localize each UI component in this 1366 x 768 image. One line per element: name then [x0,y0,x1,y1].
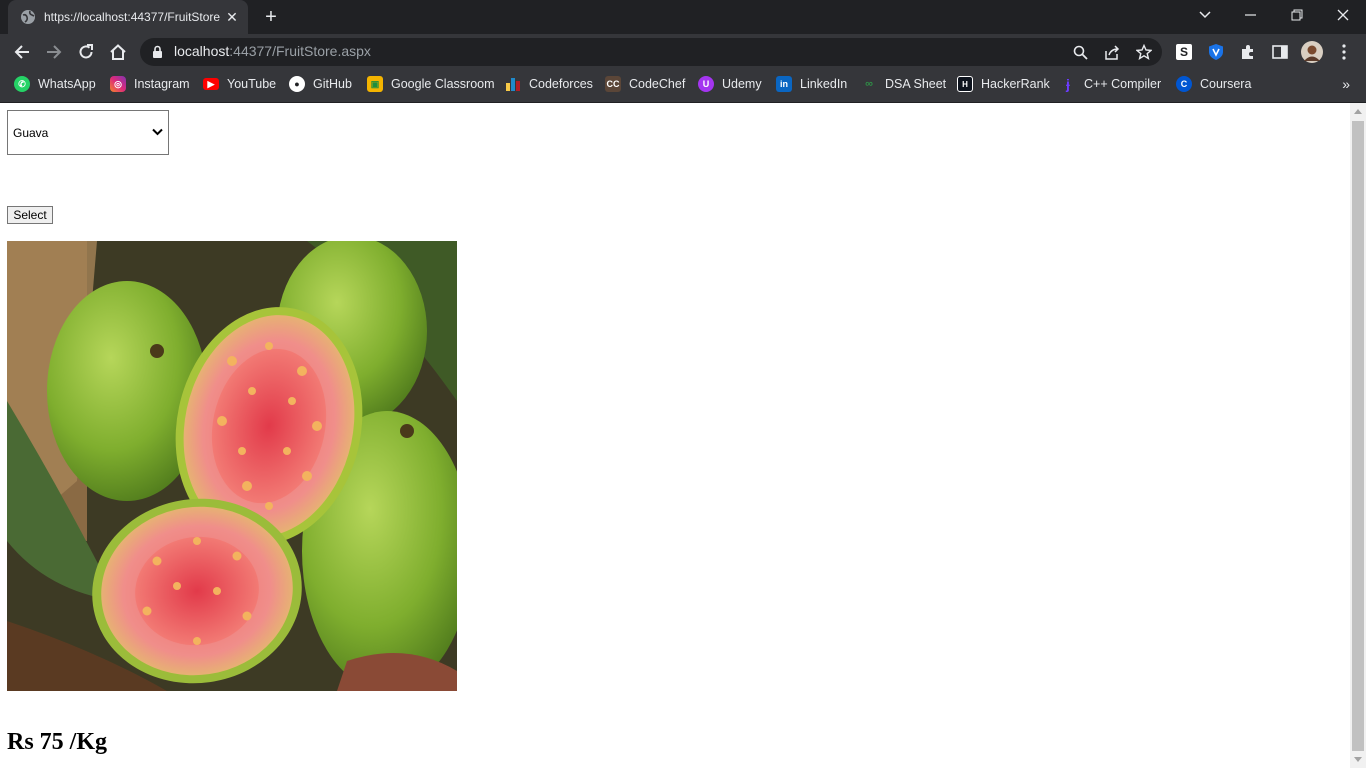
s-extension-icon[interactable]: S [1173,41,1195,63]
bookmark-github[interactable]: ● GitHub [289,70,352,98]
youtube-icon: ▶ [203,78,219,90]
bookmark-label: HackerRank [981,77,1050,91]
vertical-scrollbar[interactable] [1350,103,1366,768]
url-host: localhost [174,43,230,59]
bookmarks-bar: ✆ WhatsApp ◎ Instagram ▶ YouTube ● GitHu… [0,70,1366,103]
side-panel-icon[interactable] [1269,41,1291,63]
url-text: localhost:44377/FruitStore.aspx [174,43,371,59]
guava-image [7,241,457,691]
bookmark-label: LinkedIn [800,77,848,91]
programiz-icon: ɉ [1066,76,1070,92]
google-classroom-icon: ▣ [367,76,383,92]
new-tab-button[interactable]: + [260,6,282,28]
gfg-icon: ∞ [865,78,873,90]
bookmark-google-classroom[interactable]: ▣ Google Classroom [367,70,495,98]
bookmark-label: Google Classroom [391,77,495,91]
back-arrow-icon[interactable] [8,38,36,66]
close-tab-icon[interactable]: ✕ [222,9,242,26]
github-icon: ● [289,76,305,92]
address-bar[interactable]: localhost:44377/FruitStore.aspx [140,38,1162,66]
bookmark-label: Instagram [134,77,190,91]
bookmark-label: Udemy [722,77,762,91]
bookmark-linkedin[interactable]: in LinkedIn [776,70,847,98]
bookmark-label: Coursera [1200,77,1252,91]
bookmark-whatsapp[interactable]: ✆ WhatsApp [14,70,96,98]
scrollbar-thumb[interactable] [1352,121,1364,751]
bookmark-label: C++ Compiler [1084,77,1162,91]
bookmark-label: Codeforces [529,77,593,91]
select-button[interactable]: Select [7,206,53,224]
forward-arrow-icon[interactable] [40,38,68,66]
extensions-puzzle-icon[interactable] [1237,41,1259,63]
price-text: Rs 75 /Kg [7,729,108,755]
bookmark-label: CodeChef [629,77,686,91]
globe-icon [20,9,36,25]
bookmark-udemy[interactable]: U Udemy [698,70,762,98]
url-path: :44377/FruitStore.aspx [229,43,371,59]
reload-icon[interactable] [72,38,100,66]
zoom-icon[interactable] [1071,43,1089,61]
instagram-icon: ◎ [110,76,126,92]
bookmark-dsa-sheet[interactable]: ∞ DSA Sheet [861,70,946,98]
chevron-down-icon [152,125,163,139]
home-icon[interactable] [104,38,132,66]
bookmark-codeforces[interactable]: Codeforces [505,70,593,98]
browser-toolbar: localhost:44377/FruitStore.aspx S [0,34,1366,70]
scroll-up-arrow-icon[interactable] [1354,109,1362,114]
codeforces-icon [505,76,521,92]
profile-avatar[interactable] [1301,41,1323,63]
bookmark-youtube[interactable]: ▶ YouTube [203,70,276,98]
hackerrank-icon: H [957,76,973,92]
page-content: Guava Select Rs 75 /Kg [0,103,1350,768]
chrome-menu-icon[interactable] [1333,41,1355,63]
bookmark-hackerrank[interactable]: H HackerRank [957,70,1050,98]
bookmark-label: YouTube [227,77,277,91]
bookmark-instagram[interactable]: ◎ Instagram [110,70,190,98]
fruit-dropdown-value: Guava [13,126,49,140]
linkedin-icon: in [776,76,792,92]
scroll-down-arrow-icon[interactable] [1354,757,1362,762]
bookmark-coursera[interactable]: C Coursera [1176,70,1251,98]
bookmark-cpp-compiler[interactable]: ɉ C++ Compiler [1060,70,1161,98]
browser-tab[interactable]: https://localhost:44377/FruitStore.aspx … [8,0,248,34]
restore-icon[interactable] [1274,0,1320,30]
fruit-dropdown[interactable]: Guava [7,110,169,155]
tab-title: https://localhost:44377/FruitStore.aspx [44,10,220,24]
bookmark-label: DSA Sheet [885,77,947,91]
whatsapp-icon: ✆ [14,76,30,92]
bookmark-codechef[interactable]: CC CodeChef [605,70,685,98]
codechef-icon: CC [605,76,621,92]
tab-search-icon[interactable] [1182,0,1228,30]
close-window-icon[interactable] [1320,0,1366,30]
more-bookmarks-icon[interactable]: » [1342,76,1350,92]
bookmark-label: WhatsApp [38,77,96,91]
coursera-icon: C [1176,76,1192,92]
lock-icon[interactable] [152,45,163,64]
shield-extension-icon[interactable] [1205,41,1227,63]
share-icon[interactable] [1103,43,1121,61]
bookmark-label: GitHub [313,77,352,91]
udemy-icon: U [698,76,714,92]
minimize-icon[interactable] [1228,0,1274,30]
browser-titlebar: https://localhost:44377/FruitStore.aspx … [0,0,1366,34]
bookmark-star-icon[interactable] [1135,43,1153,61]
